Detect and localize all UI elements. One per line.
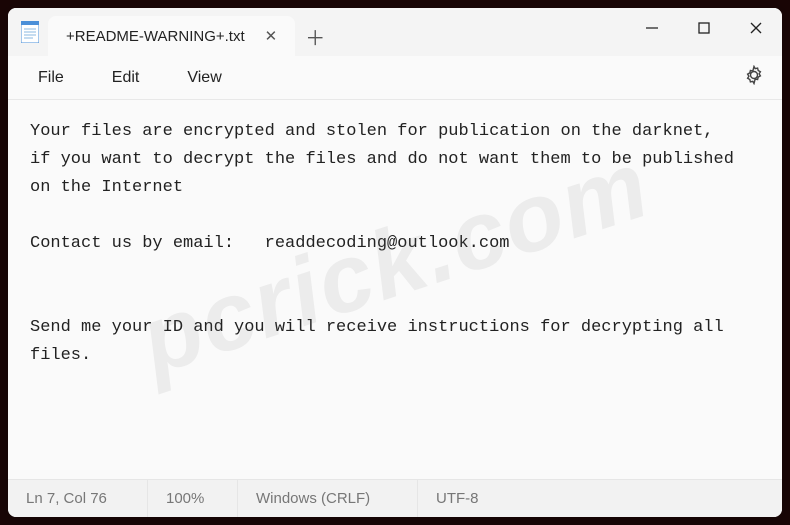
settings-button[interactable] — [734, 59, 774, 96]
gear-icon — [744, 65, 764, 90]
new-tab-button[interactable]: ＋ — [295, 16, 335, 56]
text-editor-area[interactable]: Your files are encrypted and stolen for … — [8, 100, 782, 479]
titlebar: +README-WARNING+.txt ✕ ＋ — [8, 8, 782, 56]
tab-title: +README-WARNING+.txt — [66, 28, 245, 45]
menu-edit[interactable]: Edit — [90, 63, 162, 93]
menu-view[interactable]: View — [165, 63, 243, 93]
notepad-window: +README-WARNING+.txt ✕ ＋ File Edit View — [8, 8, 782, 517]
status-encoding[interactable]: UTF-8 — [418, 480, 558, 517]
status-cursor-position[interactable]: Ln 7, Col 76 — [8, 480, 148, 517]
close-window-button[interactable] — [730, 8, 782, 48]
status-line-ending[interactable]: Windows (CRLF) — [238, 480, 418, 517]
status-zoom[interactable]: 100% — [148, 480, 238, 517]
menubar: File Edit View — [8, 56, 782, 100]
tab-active[interactable]: +README-WARNING+.txt ✕ — [48, 16, 295, 56]
maximize-button[interactable] — [678, 8, 730, 48]
statusbar: Ln 7, Col 76 100% Windows (CRLF) UTF-8 — [8, 479, 782, 517]
menu-file[interactable]: File — [16, 63, 86, 93]
minimize-button[interactable] — [626, 8, 678, 48]
notepad-app-icon — [8, 8, 44, 56]
window-controls — [626, 8, 782, 56]
close-tab-icon[interactable]: ✕ — [259, 25, 284, 47]
titlebar-drag-area[interactable] — [335, 8, 626, 56]
